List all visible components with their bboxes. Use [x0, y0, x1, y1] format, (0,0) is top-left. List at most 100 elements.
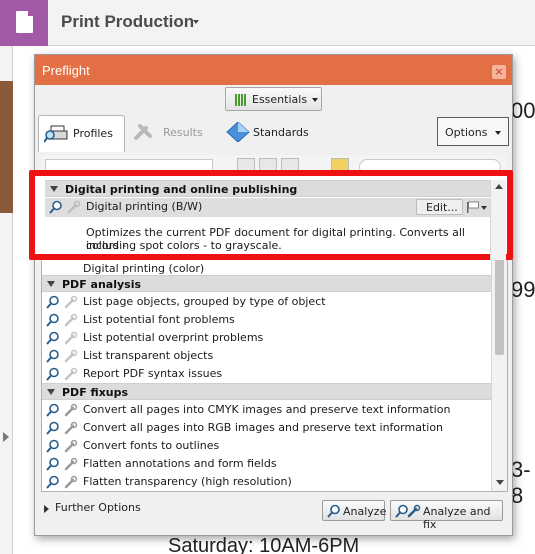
magnifier-icon[interactable]: [46, 457, 60, 471]
analyze-and-fix-button[interactable]: Analyze and fix: [390, 500, 503, 531]
tab-label: Results: [163, 126, 203, 139]
profile-description-line: including spot colors - to grayscale.: [86, 239, 282, 252]
list-item-label: Report PDF syntax issues: [83, 367, 223, 380]
close-icon[interactable]: ×: [492, 65, 506, 79]
list-item[interactable]: Convert all pages into CMYK images and p…: [42, 401, 491, 419]
magnifier-icon[interactable]: [46, 403, 60, 417]
wrench-icon: [67, 200, 81, 214]
list-item[interactable]: List potential overprint problems: [42, 329, 491, 347]
list-item[interactable]: Flatten annotations and form fields: [42, 455, 491, 473]
group-header[interactable]: PDF analysis: [42, 275, 491, 292]
list-item[interactable]: List transparent objects: [42, 347, 491, 365]
magnifier-icon: [327, 504, 340, 518]
screen: Print Production 00 990 3-8 Saturday: 10…: [0, 0, 535, 554]
wrench-icon[interactable]: [64, 421, 78, 435]
diamond-icon: [226, 122, 250, 142]
analyze-label: Analyze: [343, 505, 387, 518]
list-item-label: Digital printing (color): [83, 262, 205, 275]
expand-triangle-icon: [44, 505, 49, 513]
list-item-label: List potential font problems: [83, 313, 235, 326]
list-item-label: Flatten annotations and form fields: [83, 457, 277, 470]
magnifier-icon[interactable]: [46, 313, 60, 327]
dialog-title: Preflight: [42, 63, 90, 78]
further-options-label: Further Options: [55, 501, 141, 514]
magnifier-icon[interactable]: [46, 421, 60, 435]
doc-text-fragment: 3-8: [511, 457, 531, 508]
magnifier-icon[interactable]: [46, 295, 60, 309]
list-item-label: List potential overprint problems: [83, 331, 264, 344]
preflight-dialog: Preflight × Essentials Profiles Results …: [34, 54, 513, 536]
edit-label: Edit...: [426, 201, 458, 214]
wrench-icon[interactable]: [64, 475, 78, 489]
tab-label: Standards: [253, 126, 309, 139]
doc-text-fragment: 990: [511, 277, 535, 302]
wrench-icon: [64, 331, 78, 345]
tab-label: Profiles: [73, 127, 113, 140]
magnifier-icon[interactable]: [46, 367, 60, 381]
list-item-label: Digital printing (B/W): [86, 200, 203, 213]
list-item[interactable]: Convert fonts to outlines: [42, 437, 491, 455]
tab-profiles[interactable]: Profiles: [38, 115, 125, 152]
flag-dropdown-icon[interactable]: [465, 199, 489, 215]
chevron-down-icon: [312, 98, 318, 102]
tab-standards[interactable]: Standards: [220, 115, 312, 152]
list-item-selected[interactable]: Digital printing (B/W) Edit...: [45, 198, 490, 217]
tab-results[interactable]: Results: [127, 115, 215, 152]
group-header[interactable]: Digital printing and online publishing: [45, 180, 490, 197]
further-options-toggle[interactable]: Further Options: [41, 501, 181, 517]
wrench-icon[interactable]: [64, 403, 78, 417]
wrench-icon: [64, 349, 78, 363]
list-item-label: Flatten transparency (high resolution): [83, 475, 292, 488]
chevron-down-icon: [495, 131, 501, 135]
bars-icon: [235, 94, 247, 106]
magnifier-icon[interactable]: [46, 439, 60, 453]
wrench-icon: [64, 295, 78, 309]
list-item-label: List page objects, grouped by type of ob…: [83, 295, 326, 308]
collapse-triangle-icon: [50, 186, 58, 192]
print-production-tool-icon[interactable]: [0, 0, 48, 46]
list-item-label: Convert all pages into CMYK images and p…: [83, 403, 451, 416]
wrench-icon: [134, 124, 152, 140]
wrench-icon[interactable]: [64, 439, 78, 453]
list-item[interactable]: Report PDF syntax issues: [42, 365, 491, 383]
document-icon: [16, 11, 33, 33]
group-label: Digital printing and online publishing: [65, 183, 298, 196]
list-item[interactable]: Convert all pages into RGB images and pr…: [42, 419, 491, 437]
printer-magnifier-icon: [44, 125, 68, 143]
list-item[interactable]: List page objects, grouped by type of ob…: [42, 293, 491, 311]
scroll-down-icon[interactable]: [496, 480, 504, 485]
highlight-box: Digital printing and online publishing D…: [29, 170, 513, 260]
group-header[interactable]: PDF fixups: [42, 383, 491, 400]
highlighted-profile: Digital printing and online publishing D…: [41, 180, 506, 260]
doc-text-fragment: 00: [511, 98, 535, 123]
analyze-and-fix-label: Analyze and fix: [423, 505, 491, 531]
list-item[interactable]: Flatten transparency (high resolution): [42, 473, 491, 491]
wrench-icon[interactable]: [64, 457, 78, 471]
expand-panel-arrow-icon[interactable]: [3, 432, 9, 442]
collapse-triangle-icon: [47, 389, 55, 395]
magnifier-wrench-icon: [395, 504, 421, 518]
options-dropdown[interactable]: Options: [437, 117, 509, 146]
list-item[interactable]: List potential font problems: [42, 311, 491, 329]
tool-title[interactable]: Print Production: [61, 12, 194, 32]
essentials-dropdown[interactable]: Essentials: [225, 87, 322, 111]
magnifier-icon[interactable]: [46, 475, 60, 489]
left-panel-strip: [0, 46, 13, 554]
scroll-up-icon[interactable]: [495, 184, 503, 189]
doc-text-hours: Saturday: 10AM-6PM: [168, 535, 360, 554]
dialog-title-bar[interactable]: Preflight ×: [35, 55, 512, 85]
magnifier-icon[interactable]: [46, 331, 60, 345]
edit-button[interactable]: Edit...: [416, 199, 463, 215]
list-scrollbar[interactable]: [490, 180, 506, 260]
app-toolbar: Print Production: [0, 0, 535, 46]
chevron-down-icon[interactable]: [193, 20, 199, 24]
magnifier-icon[interactable]: [49, 200, 63, 214]
list-item-label: Convert fonts to outlines: [83, 439, 220, 452]
list-item-label: List transparent objects: [83, 349, 214, 362]
list-item-label: Convert all pages into RGB images and pr…: [83, 421, 444, 434]
magnifier-icon[interactable]: [46, 349, 60, 363]
page-thumbnail-edge: [0, 81, 13, 213]
essentials-label: Essentials: [252, 93, 308, 106]
analyze-button[interactable]: Analyze: [322, 500, 387, 521]
group-label: PDF fixups: [62, 386, 129, 399]
